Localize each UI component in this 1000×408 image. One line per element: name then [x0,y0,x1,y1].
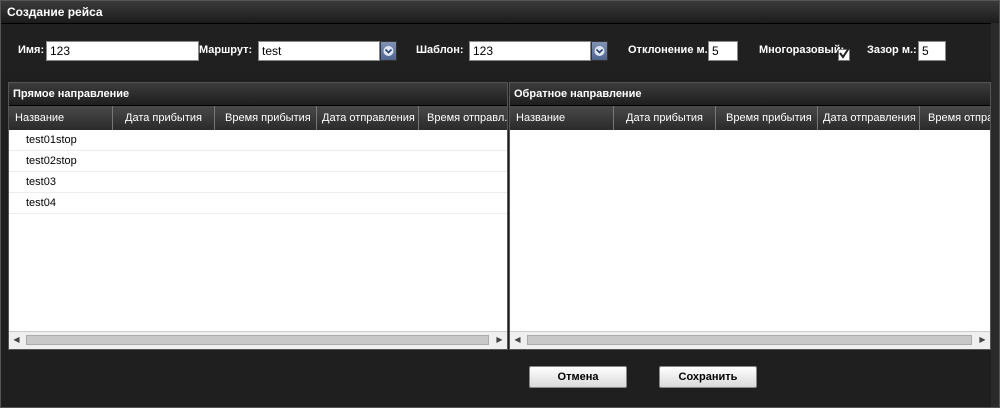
check-icon [839,47,850,59]
create-trip-dialog: Создание рейса Имя: 123 Маршрут: test Ша… [0,0,1000,408]
template-select[interactable]: 123 [469,41,591,61]
forward-direction-panel: Прямое направление Название Дата прибыти… [8,82,508,350]
reusable-label: Многоразовый: [759,44,845,56]
gap-label: Зазор м.: [867,44,917,56]
column-header-departure-date[interactable]: Дата отправления [317,106,419,130]
dialog-title: Создание рейса [7,5,103,19]
table-row[interactable]: test03 [9,172,507,193]
route-label: Маршрут: [199,44,253,56]
backward-column-headers: Название Дата прибытия Время прибытия Да… [510,106,990,130]
save-button[interactable]: Сохранить [659,366,757,388]
cancel-button[interactable]: Отмена [529,366,627,388]
chevron-down-icon [383,46,394,56]
column-header-departure-time[interactable]: Время отправл. [419,106,507,130]
backward-panel-header: Обратное направление [510,83,990,106]
scroll-right-icon[interactable]: ▶ [975,332,990,348]
column-header-arrival-time[interactable]: Время прибытия [215,106,317,130]
scroll-left-icon[interactable]: ◀ [9,332,24,348]
scroll-right-icon[interactable]: ▶ [492,332,507,348]
column-header-name[interactable]: Название [510,106,614,130]
gap-field[interactable]: 5 [918,41,946,61]
forward-stops-list: test01stop test02stop test03 test04 [9,130,507,214]
column-header-departure-date[interactable]: Дата отправления [818,106,920,130]
dialog-edge [991,23,999,407]
column-header-arrival-date[interactable]: Дата прибытия [113,106,215,130]
forward-panel-header: Прямое направление [9,83,507,106]
forward-column-headers: Название Дата прибытия Время прибытия Да… [9,106,507,130]
name-label: Имя: [18,44,45,56]
table-row[interactable]: test04 [9,193,507,214]
template-label: Шаблон: [416,44,464,56]
table-row[interactable]: test02stop [9,151,507,172]
trip-form: Имя: 123 Маршрут: test Шаблон: 123 Откло… [1,24,999,74]
template-dropdown-button[interactable] [591,41,608,61]
deviation-field[interactable]: 5 [708,41,738,61]
scroll-thumb[interactable] [527,335,972,345]
column-header-arrival-date[interactable]: Дата прибытия [614,106,716,130]
backward-panel-title: Обратное направление [514,88,642,100]
dialog-titlebar[interactable]: Создание рейса [1,1,999,24]
forward-panel-title: Прямое направление [13,88,130,100]
scroll-thumb[interactable] [26,335,489,345]
backward-direction-panel: Обратное направление Название Дата прибы… [509,82,991,350]
column-header-departure-time[interactable]: Время отпра [920,106,990,130]
forward-horizontal-scrollbar[interactable]: ◀ ▶ [9,331,507,349]
route-dropdown-button[interactable] [380,41,397,61]
column-header-arrival-time[interactable]: Время прибытия [716,106,818,130]
backward-horizontal-scrollbar[interactable]: ◀ ▶ [510,331,990,349]
deviation-label: Отклонение м.: [628,44,712,56]
reusable-checkbox[interactable] [838,47,850,61]
scroll-left-icon[interactable]: ◀ [510,332,525,348]
column-header-name[interactable]: Название [9,106,113,130]
chevron-down-icon [594,46,605,56]
name-field[interactable]: 123 [46,41,199,61]
route-select[interactable]: test [258,41,380,61]
table-row[interactable]: test01stop [9,130,507,151]
